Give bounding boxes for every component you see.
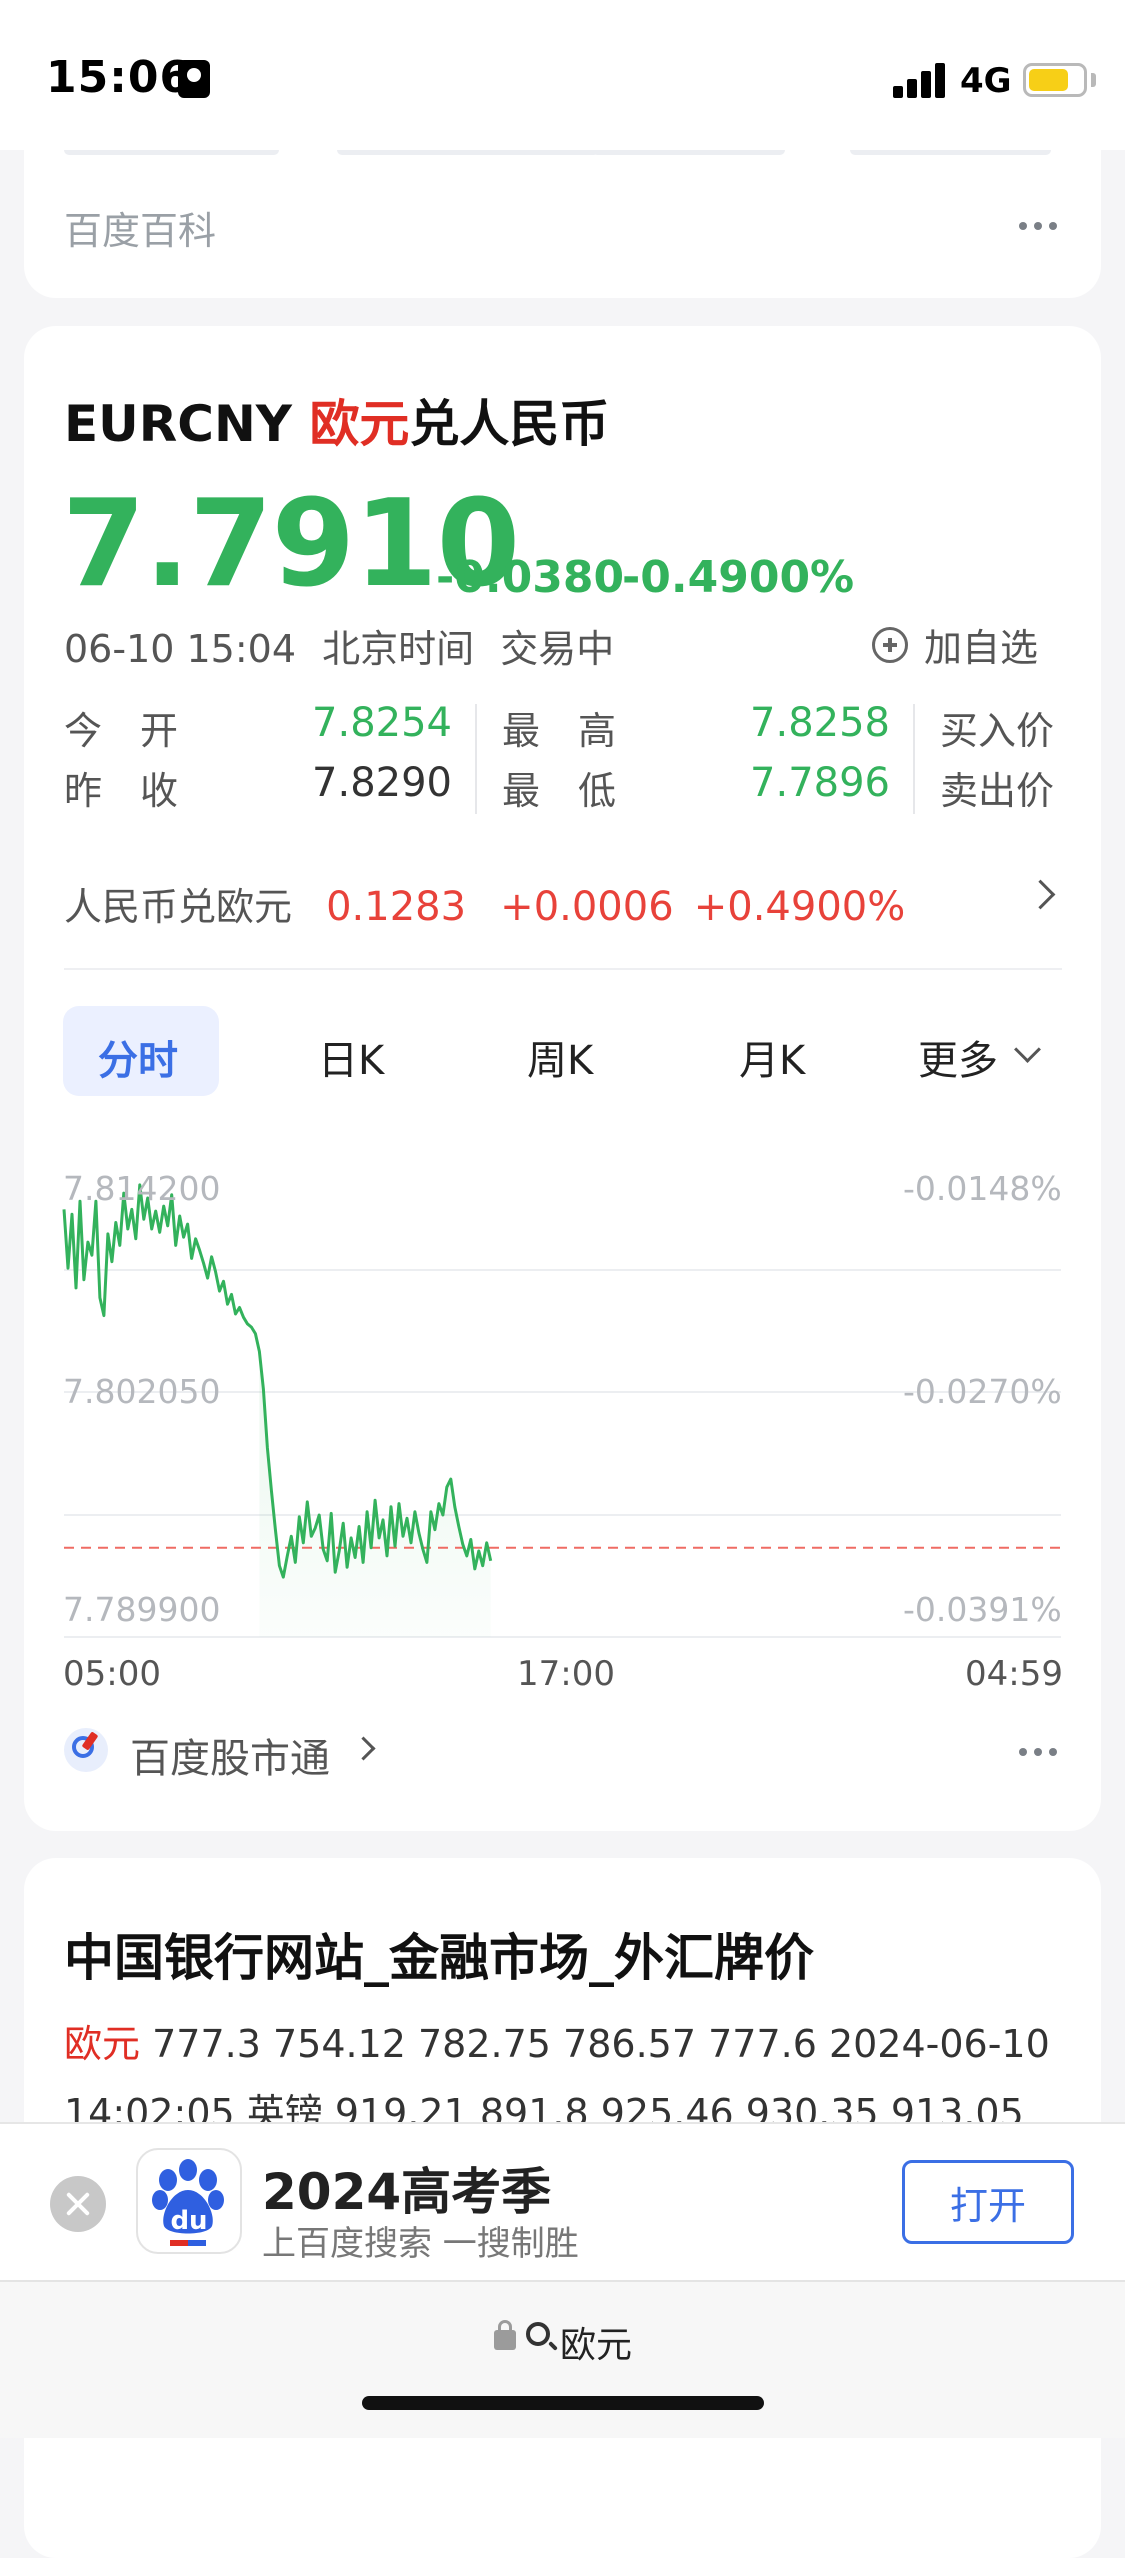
y-right-tick-label: -0.0148% (903, 1169, 1062, 1208)
result-title[interactable]: 中国银行网站_金融市场_外汇牌价 (64, 1918, 814, 1990)
add-watchlist-button[interactable]: 加自选 (872, 617, 1038, 672)
y-tick-label: 7.802050 (63, 1372, 221, 1411)
baidu-logo-text: du (170, 2206, 208, 2236)
home-indicator[interactable] (362, 2396, 764, 2410)
baidu-app-icon[interactable]: du (136, 2148, 242, 2254)
x-tick-label: 05:00 (63, 1654, 161, 1694)
source-link[interactable]: 百度股市通 (130, 1726, 330, 1784)
y-tick-label: 7.814200 (63, 1169, 221, 1208)
portrait-lock-icon (178, 60, 210, 98)
plus-circle-icon (872, 626, 908, 663)
tab-daily-k[interactable]: 日K (318, 1028, 384, 1086)
more-dots-icon[interactable] (1019, 1748, 1057, 1756)
open-value: 7.8254 (312, 700, 452, 746)
more-dots-icon[interactable] (1019, 222, 1057, 230)
battery-icon (1023, 63, 1087, 97)
quote-time-status: 06-10 15:04 北京时间 交易中 (64, 618, 614, 673)
quote-title: EURCNY 欧元兑人民币 (64, 384, 609, 456)
address-query[interactable]: 欧元 (560, 2316, 632, 2368)
tab-stub (337, 150, 599, 155)
low-label: 最 低 (502, 769, 617, 813)
divider (64, 968, 1062, 970)
tab-monthly-k[interactable]: 月K (739, 1028, 805, 1086)
baike-title[interactable]: 百度百科 (64, 200, 216, 255)
high-value: 7.8258 (750, 700, 890, 746)
network-type: 4G (960, 61, 1012, 101)
snippet-text: 777.3 754.12 782.75 786.57 777.6 2024-06… (140, 2022, 1050, 2066)
promo-subtitle: 上百度搜索 一搜制胜 (262, 2224, 579, 2264)
open-app-button[interactable]: 打开 (902, 2160, 1074, 2244)
high-label: 最 高 (502, 709, 617, 753)
snippet-highlight: 欧元 (64, 2022, 141, 2066)
search-icon (526, 2322, 550, 2346)
battery-cap (1091, 73, 1096, 87)
inverse-change-pct: +0.4900% (693, 884, 906, 930)
tab-stub (850, 150, 1051, 155)
open-label: 今 开 (64, 709, 179, 753)
chart-area (259, 1351, 491, 1637)
prev-close-label: 昨 收 (64, 769, 179, 813)
lock-icon (494, 2320, 516, 2350)
y-right-tick-label: -0.0270% (903, 1372, 1062, 1411)
quote-symbol: EURCNY (64, 395, 293, 453)
x-tick-label: 17:00 (517, 1654, 615, 1694)
close-icon[interactable] (50, 2176, 106, 2232)
snippet-line: 欧元 777.3 754.12 782.75 786.57 777.6 2024… (64, 2010, 1064, 2079)
signal-icon (893, 62, 947, 98)
x-tick-label: 04:59 (965, 1654, 1063, 1694)
quote-quote-name: 兑人民币 (409, 395, 610, 453)
quote-timezone: 北京时间 (322, 627, 475, 671)
y-tick-label: 7.789900 (63, 1590, 221, 1629)
quote-timestamp: 06-10 15:04 (64, 627, 297, 671)
add-watchlist-label: 加自选 (924, 626, 1039, 670)
y-right-tick-label: -0.0391% (903, 1590, 1062, 1629)
ask-label: 卖出价 (940, 769, 1055, 813)
tab-intraday[interactable]: 分时 (98, 1028, 178, 1086)
inverse-price: 0.1283 (326, 884, 467, 930)
quote-status: 交易中 (500, 627, 615, 671)
tab-stub (64, 150, 279, 155)
status-time: 15:06 (46, 52, 192, 103)
stock-app-logo-icon (64, 1728, 108, 1772)
prev-close-value: 7.8290 (312, 760, 452, 806)
low-value: 7.7896 (750, 760, 890, 806)
inverse-change: +0.0006 (500, 884, 674, 930)
inverse-label: 人民币兑欧元 (64, 885, 293, 929)
inverse-rate-row[interactable]: 人民币兑欧元 0.1283 +0.0006 +0.4900% (64, 876, 905, 931)
quote-base-name: 欧元 (309, 395, 410, 453)
tab-more[interactable]: 更多 (918, 1028, 998, 1086)
price-change: -0.0380 (436, 552, 625, 603)
stats-divider (913, 704, 915, 814)
promo-title: 2024高考季 (262, 2163, 552, 2221)
price-change-pct: -0.4900% (622, 552, 855, 603)
tab-weekly-k[interactable]: 周K (527, 1028, 593, 1086)
baidu-paw-icon (152, 2159, 224, 2246)
tab-stub (592, 150, 785, 155)
stats-divider (475, 704, 477, 814)
bid-label: 买入价 (940, 709, 1055, 753)
